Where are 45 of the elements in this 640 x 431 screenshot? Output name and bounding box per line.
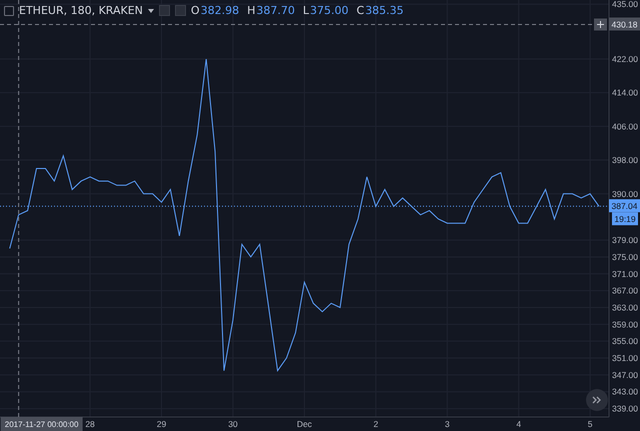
scroll-to-end-button[interactable] [586,389,608,411]
ref-line-label: 387.04 [612,201,638,212]
price-axis-label: 414.00 [612,88,638,98]
price-axis-label: 367.00 [612,286,638,296]
price-axis-label: 339.00 [612,404,638,414]
price-axis-label: 390.00 [612,188,638,199]
price-axis-label: 379.00 [612,235,638,246]
price-axis-label: 406.00 [612,121,638,132]
time-axis-label: 4 [516,419,522,429]
ohlc-value: 385.35 [365,4,404,17]
price-label: 387.04 [609,199,640,212]
price-axis-label: 375.00 [612,252,638,262]
price-axis-label: 363.00 [612,302,638,312]
price-axis-label: 398.00 [612,155,638,166]
price-axis-label: 371.00 [612,268,638,279]
crosshair-time-label: 2017-11-27 00:00:00 [0,417,83,431]
ohlc-label: H [247,4,256,17]
time-axis-label: 2 [373,419,378,429]
time-axis-label: 29 [156,419,166,429]
double-chevron-icon [592,396,602,404]
time-axis-label: 28 [85,419,95,429]
ohlc-value: 375.00 [310,4,348,17]
price-axis-label: 435.00 [612,0,638,10]
ohlc-value: 382.98 [200,4,240,17]
price-axis-label: 355.00 [612,336,638,346]
price-axis-label: 343.00 [612,386,638,397]
ohlc-label: O [190,4,200,17]
add-icon[interactable] [594,18,607,31]
ohlc-label: C [356,4,364,17]
ohlc-value: 387.70 [256,4,295,17]
price-axis-label: 347.00 [612,370,638,380]
ref-line-label: 430.18 [612,20,638,30]
price-axis-label: 359.00 [612,319,638,330]
price-label: 430.18 [609,18,640,31]
ohlc-label: L [302,4,309,17]
time-axis-label: 30 [228,419,238,429]
countdown-label: 19:19 [612,212,638,226]
time-axis-label: Dec [296,419,312,429]
caret-icon[interactable] [148,8,154,12]
price-axis-label: 351.00 [612,353,638,364]
time-axis-label: 5 [588,419,593,429]
price-axis-label: 422.00 [612,54,638,64]
symbol-title[interactable]: ETHEUR, 180, KRAKEN [19,4,143,17]
collapse-icon[interactable] [4,6,14,16]
time-axis-label: 3 [444,419,450,429]
